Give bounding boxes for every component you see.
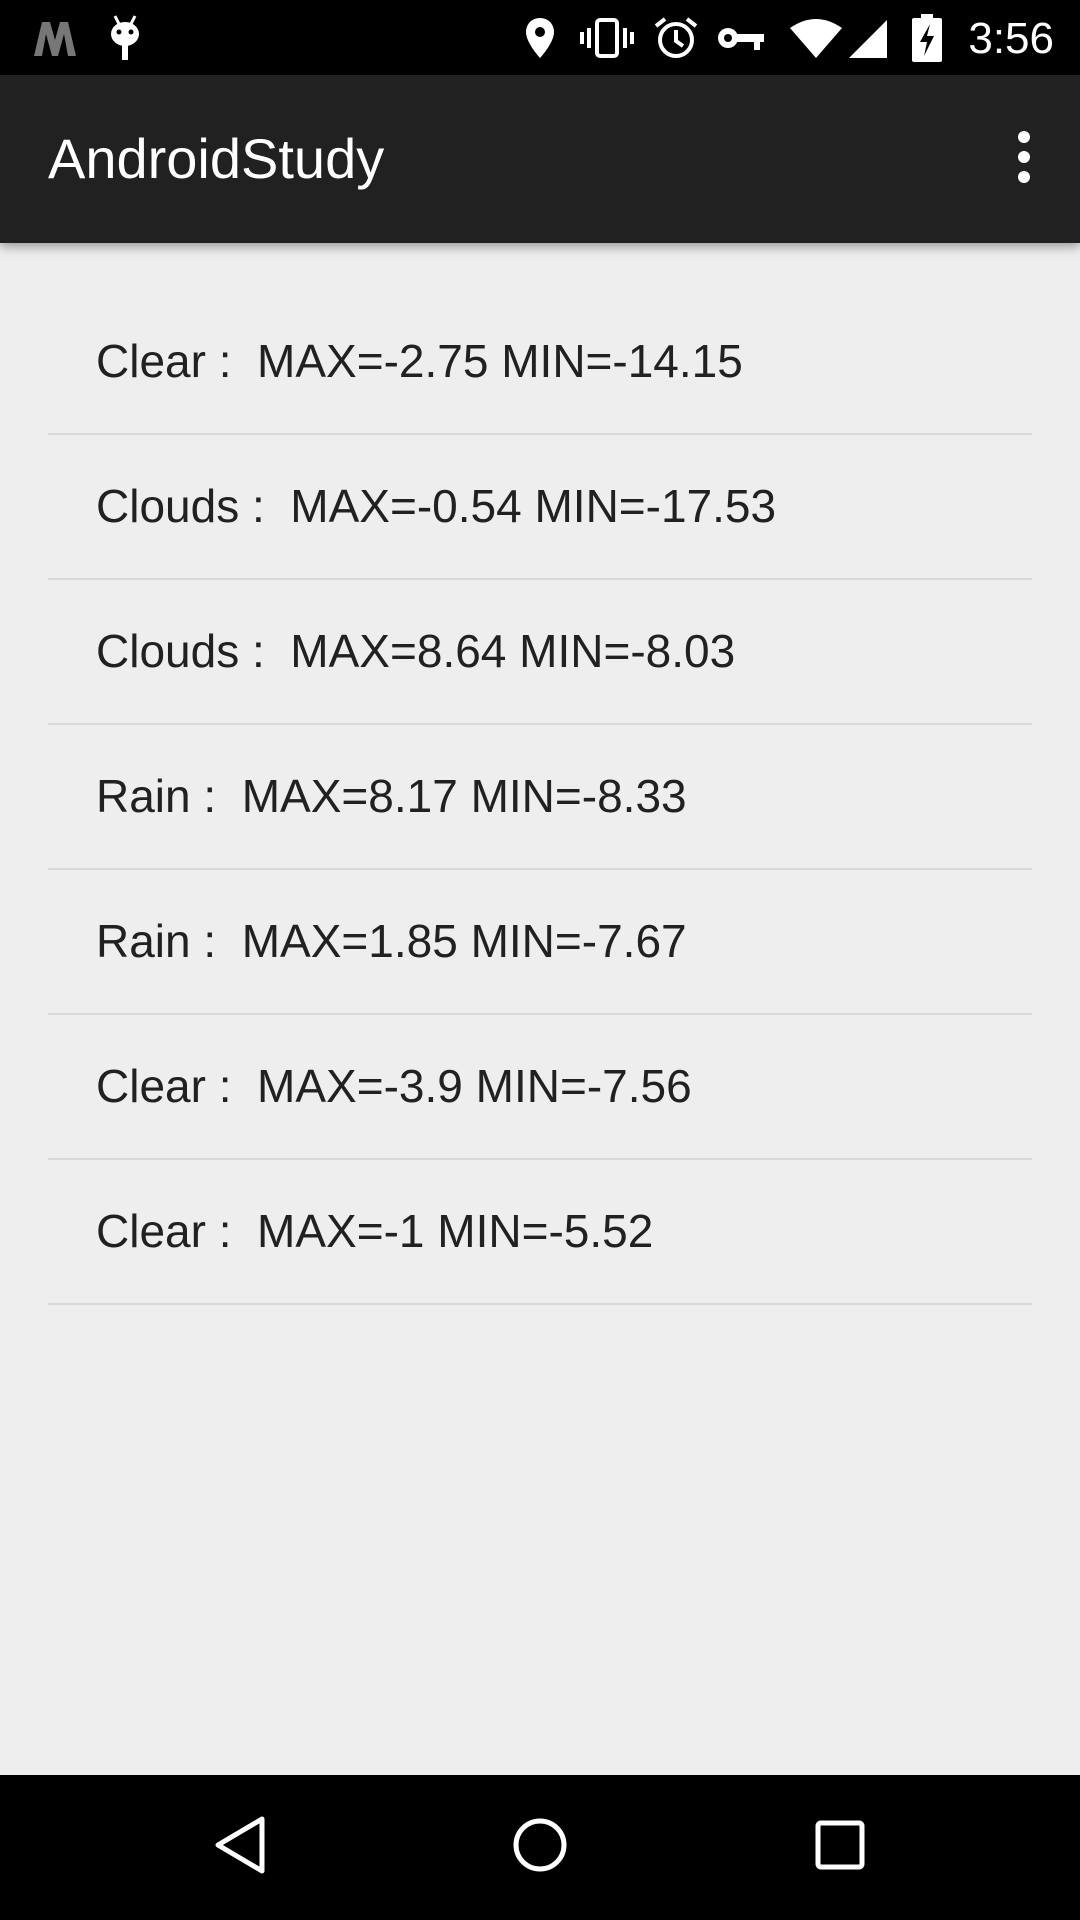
recents-icon (812, 1817, 868, 1878)
list-item[interactable]: Rain : MAX=8.17 MIN=-8.33 (48, 725, 1032, 870)
list-item[interactable]: Clouds : MAX=-0.54 MIN=-17.53 (48, 435, 1032, 580)
battery-charging-icon (910, 0, 944, 75)
list-item[interactable]: Clear : MAX=-3.9 MIN=-7.56 (48, 1015, 1032, 1160)
m-logo-icon (30, 0, 80, 75)
wifi-icon (788, 0, 844, 75)
list-item-text: Rain : MAX=8.17 MIN=-8.33 (96, 770, 687, 822)
list-item[interactable]: Clouds : MAX=8.64 MIN=-8.03 (48, 580, 1032, 725)
app-bar: AndroidStudy (0, 75, 1080, 243)
list-item-text: Clear : MAX=-3.9 MIN=-7.56 (96, 1060, 692, 1112)
vibrate-icon (578, 0, 636, 75)
back-icon (212, 1815, 268, 1880)
cell-signal-icon (845, 0, 891, 75)
list-item-text: Clear : MAX=-2.75 MIN=-14.15 (96, 335, 743, 387)
list-item-text: Rain : MAX=1.85 MIN=-7.67 (96, 915, 687, 967)
list-item[interactable]: Rain : MAX=1.85 MIN=-7.67 (48, 870, 1032, 1015)
android-debug-icon (105, 0, 145, 75)
home-icon (510, 1815, 570, 1880)
overflow-menu-button[interactable] (992, 119, 1056, 199)
list-item[interactable]: Clear : MAX=-2.75 MIN=-14.15 (48, 290, 1032, 435)
weather-list: Clear : MAX=-2.75 MIN=-14.15 Clouds : MA… (48, 290, 1032, 1305)
location-icon (520, 0, 560, 75)
app-title: AndroidStudy (48, 127, 385, 190)
list-item-text: Clear : MAX=-1 MIN=-5.52 (96, 1205, 654, 1257)
list-item-text: Clouds : MAX=-0.54 MIN=-17.53 (96, 480, 777, 532)
list-item[interactable]: Clear : MAX=-1 MIN=-5.52 (48, 1160, 1032, 1305)
recents-button[interactable] (790, 1797, 890, 1897)
status-clock: 3:56 (968, 14, 1054, 63)
vpn-key-icon (715, 0, 767, 75)
back-button[interactable] (190, 1797, 290, 1897)
status-bar: 3:56 (0, 0, 1080, 75)
home-button[interactable] (490, 1797, 590, 1897)
navigation-bar (0, 1775, 1080, 1920)
more-vert-icon (1016, 130, 1032, 188)
list-item-text: Clouds : MAX=8.64 MIN=-8.03 (96, 625, 736, 677)
alarm-icon (652, 0, 700, 75)
